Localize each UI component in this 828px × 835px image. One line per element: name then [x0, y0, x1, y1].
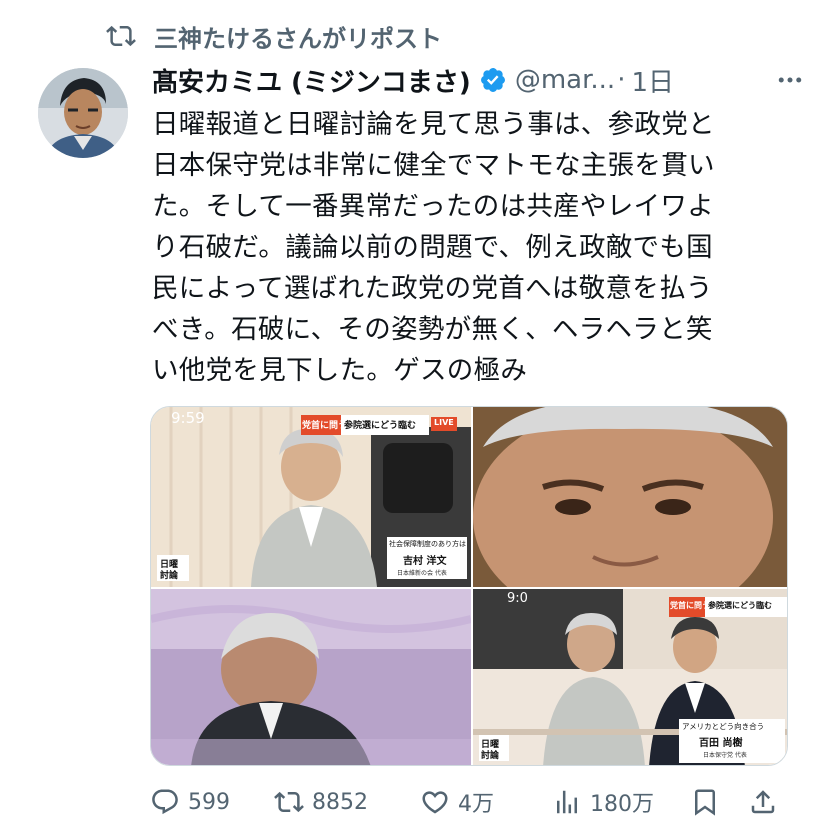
- tile1-live-badge: LIVE: [434, 418, 454, 427]
- like-button[interactable]: 4万: [420, 782, 494, 822]
- tile1-caption-party: 日本維新の会 代表: [397, 570, 447, 577]
- more-options-button[interactable]: [770, 65, 810, 95]
- tweet-line: た。そして一番異常だったのは共産やレイワよ: [152, 191, 715, 222]
- tile1-caption-name: 吉村 洋文: [403, 556, 447, 567]
- reply-icon: [152, 789, 178, 815]
- repost-icon: [274, 791, 304, 813]
- media-photo-1[interactable]: 9:59 党首に問う 参院選にどう臨む LIVE 社会保障制度のあり方は 吉村 …: [151, 407, 471, 587]
- media-photo-2[interactable]: [473, 407, 787, 587]
- tile4-caption-name: 百田 尚樹: [699, 738, 743, 749]
- views-count: 180万: [590, 792, 654, 817]
- avatar-illustration: [38, 68, 128, 158]
- like-count: 4万: [458, 792, 494, 817]
- reply-count: 599: [188, 789, 230, 815]
- share-button[interactable]: [748, 782, 786, 822]
- tile1-banner-right: 参院選にどう臨む: [344, 421, 417, 431]
- tweet-line: 日本保守党は非常に健全でマトモな主張を貫い: [152, 150, 715, 181]
- tile4-banner-right: 参院選にどう臨む: [708, 601, 772, 610]
- tile1-banner-left: 党首に問う: [302, 421, 348, 431]
- author-display-name[interactable]: 髙安カミユ (ミジンコまさ): [152, 62, 471, 99]
- tile1-caption-small: 社会保障制度のあり方は: [389, 540, 466, 548]
- media-grid: 9:59 党首に問う 参院選にどう臨む LIVE 社会保障制度のあり方は 吉村 …: [150, 406, 788, 766]
- separator-dot: ·: [617, 65, 626, 95]
- media-photo-4[interactable]: 9:0 党首に問う 参院選にどう臨む アメリカとどう向き合う 百田 尚樹 日本保…: [473, 589, 787, 765]
- tweet-text: 日曜報道と日曜討論を見て思う事は、参政党と 日本保守党は非常に健全でマトモな主張…: [152, 104, 782, 391]
- tweet-header: 髙安カミユ (ミジンコまさ) @mar... · 1日: [152, 58, 810, 102]
- tweet-line: り石破だ。議論以前の問題で、例え政敵でも国: [152, 232, 713, 263]
- heart-icon: [422, 791, 448, 814]
- repost-button[interactable]: 8852: [274, 782, 368, 822]
- tweet-line: い他党を見下した。ゲスの極み: [152, 355, 528, 386]
- tile4-banner-left: 党首に問う: [670, 601, 710, 610]
- more-icon: [778, 77, 802, 83]
- author-avatar[interactable]: [38, 68, 128, 158]
- reply-button[interactable]: 599: [150, 782, 230, 822]
- author-handle[interactable]: @mar...: [515, 65, 615, 95]
- repost-banner-text: 三神たけるさんがリポスト: [154, 24, 442, 53]
- analytics-icon: [557, 790, 577, 814]
- tile4-logo-line2: 討論: [481, 751, 500, 761]
- tile4-clock: 9:0: [507, 591, 528, 606]
- tile1-clock: 9:59: [171, 409, 205, 427]
- tile1-logo-line2: 討論: [160, 571, 179, 581]
- views-button[interactable]: 180万: [552, 782, 654, 822]
- media-photo-3[interactable]: [151, 589, 471, 765]
- tweet-line: 民によって選ばれた政党の党首へは敬意を払う: [152, 273, 713, 304]
- action-bar: 599 8852 4万 180万: [150, 782, 790, 822]
- tile4-caption-small: アメリカとどう向き合う: [682, 722, 765, 731]
- bookmark-icon: [695, 789, 715, 816]
- post-time[interactable]: 1日: [631, 62, 674, 99]
- tile4-caption-party: 日本保守党 代表: [703, 752, 747, 759]
- tweet-line: べき。石破に、その姿勢が無く、ヘラヘラと笑: [152, 314, 713, 345]
- repost-count: 8852: [312, 789, 368, 815]
- share-icon: [751, 790, 775, 814]
- repost-banner[interactable]: 三神たけるさんがリポスト: [104, 16, 442, 56]
- tweet-line: 日曜報道と日曜討論を見て思う事は、参政党と: [152, 109, 715, 140]
- verified-badge-icon[interactable]: [479, 66, 507, 94]
- bookmark-button[interactable]: [690, 782, 728, 822]
- repost-icon: [106, 25, 136, 47]
